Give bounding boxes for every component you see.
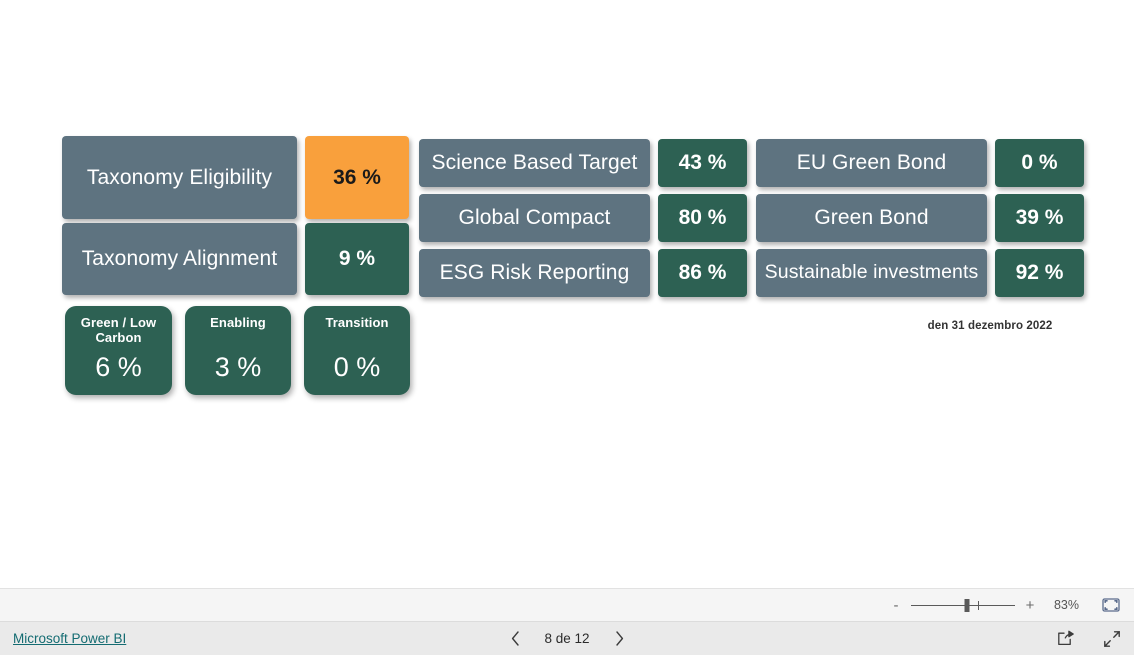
card-science-based-target-label[interactable]: Science Based Target [419, 139, 650, 187]
chevron-left-icon[interactable] [508, 630, 522, 648]
chevron-right-icon[interactable] [612, 630, 626, 648]
eu-green-bond-label: EU Green Bond [796, 151, 947, 175]
enabling-value: 3 % [214, 352, 262, 382]
transition-value: 0 % [333, 352, 381, 382]
card-green-bond-label[interactable]: Green Bond [756, 194, 987, 242]
card-esg-risk-reporting-label[interactable]: ESG Risk Reporting [419, 249, 650, 297]
taxonomy-alignment-value: 9 % [338, 247, 376, 271]
share-icon[interactable] [1056, 629, 1076, 649]
enabling-title: Enabling [210, 315, 266, 330]
card-taxonomy-eligibility-value[interactable]: 36 % [305, 136, 409, 219]
transition-title: Transition [325, 315, 389, 330]
eu-green-bond-value: 0 % [1021, 151, 1058, 175]
card-taxonomy-alignment-label[interactable]: Taxonomy Alignment [62, 223, 297, 295]
zoom-bar: - + 83% [0, 588, 1134, 622]
sustainable-investments-value: 92 % [1015, 261, 1064, 285]
page-navigation: 8 de 12 [482, 630, 652, 648]
zoom-slider[interactable] [911, 598, 1015, 612]
green-low-carbon-title: Green / Low Carbon [80, 315, 157, 346]
taxonomy-eligibility-value: 36 % [333, 165, 381, 189]
card-transition[interactable]: Transition 0 % [304, 306, 410, 395]
card-global-compact-label[interactable]: Global Compact [419, 194, 650, 242]
esg-risk-reporting-value: 86 % [678, 261, 727, 285]
global-compact-value: 80 % [678, 206, 727, 230]
sustainable-investments-label: Sustainable investments [764, 261, 979, 284]
card-green-bond-value[interactable]: 39 % [995, 194, 1084, 242]
zoom-slider-handle[interactable] [964, 599, 970, 612]
card-global-compact-value[interactable]: 80 % [658, 194, 747, 242]
report-footer: Microsoft Power BI 8 de 12 [0, 622, 1134, 655]
card-eu-green-bond-value[interactable]: 0 % [995, 139, 1084, 187]
fullscreen-icon[interactable] [1102, 629, 1122, 649]
zoom-in-button[interactable]: + [1024, 598, 1036, 613]
zoom-out-button[interactable]: - [890, 598, 902, 613]
green-bond-label: Green Bond [814, 206, 929, 230]
fit-to-page-icon[interactable] [1100, 596, 1122, 614]
card-eu-green-bond-label[interactable]: EU Green Bond [756, 139, 987, 187]
green-bond-value: 39 % [1015, 206, 1064, 230]
esg-risk-reporting-label: ESG Risk Reporting [439, 261, 630, 285]
taxonomy-alignment-label: Taxonomy Alignment [81, 247, 278, 271]
green-low-carbon-value: 6 % [95, 352, 142, 382]
science-based-target-label: Science Based Target [431, 151, 638, 175]
zoom-slider-rail [911, 605, 1015, 606]
page-indicator-label: 8 de 12 [544, 631, 590, 646]
taxonomy-eligibility-label: Taxonomy Eligibility [86, 165, 273, 189]
card-sustainable-investments-label[interactable]: Sustainable investments [756, 249, 987, 297]
zoom-slider-tick [977, 601, 979, 610]
zoom-controls: - + 83% [890, 596, 1122, 614]
report-date-caption: den 31 dezembro 2022 [927, 320, 1053, 332]
card-sustainable-investments-value[interactable]: 92 % [995, 249, 1084, 297]
report-canvas: Taxonomy Eligibility 36 % Taxonomy Align… [0, 0, 1134, 588]
card-science-based-target-value[interactable]: 43 % [658, 139, 747, 187]
card-taxonomy-alignment-value[interactable]: 9 % [305, 223, 409, 295]
footer-actions [1056, 629, 1122, 649]
card-taxonomy-eligibility-label[interactable]: Taxonomy Eligibility [62, 136, 297, 219]
card-green-low-carbon[interactable]: Green / Low Carbon 6 % [65, 306, 172, 395]
zoom-percentage-label: 83% [1053, 598, 1079, 612]
power-bi-report-viewer: Taxonomy Eligibility 36 % Taxonomy Align… [0, 0, 1134, 655]
global-compact-label: Global Compact [458, 206, 611, 230]
science-based-target-value: 43 % [678, 151, 727, 175]
card-enabling[interactable]: Enabling 3 % [185, 306, 291, 395]
card-esg-risk-reporting-value[interactable]: 86 % [658, 249, 747, 297]
microsoft-power-bi-link[interactable]: Microsoft Power BI [13, 631, 126, 646]
